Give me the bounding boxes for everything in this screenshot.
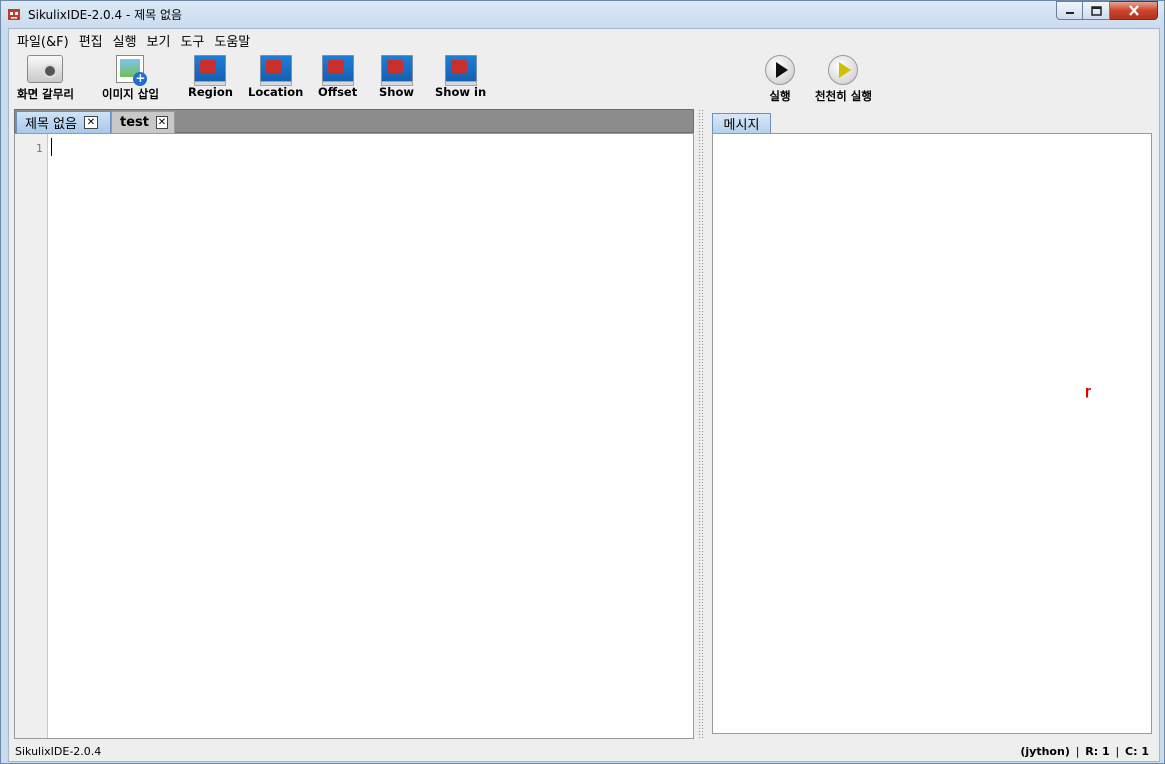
offset-button[interactable]: Offset	[318, 55, 357, 99]
camera-icon	[27, 55, 64, 83]
status-col: C: 1	[1125, 745, 1149, 758]
status-row: R: 1	[1085, 745, 1110, 758]
play-icon	[765, 55, 795, 85]
show-in-icon	[444, 55, 477, 86]
status-bar: SikulixIDE-2.0.4 (jython) | R: 1 | C: 1	[9, 741, 1159, 761]
editor-tab-bar: 제목 없음 ✕ test ✕	[14, 109, 694, 133]
status-separator: |	[1115, 745, 1120, 758]
insert-image-icon: +	[116, 55, 148, 86]
status-separator: |	[1075, 745, 1080, 758]
window-controls	[1056, 1, 1158, 20]
code-editor[interactable]: 1	[14, 133, 694, 739]
app-window: SikulixIDE-2.0.4 - 제목 없음 파일(&F) 편집 실행 보기…	[0, 0, 1165, 764]
tab-test-close-icon[interactable]: ✕	[155, 116, 168, 129]
region-label: Region	[188, 85, 233, 99]
location-button[interactable]: Location	[248, 55, 303, 99]
sikuli-app-icon	[8, 9, 20, 20]
line-number: 1	[36, 142, 43, 155]
close-button[interactable]	[1110, 1, 1158, 20]
show-icon	[380, 55, 413, 86]
window-title: SikulixIDE-2.0.4 - 제목 없음	[28, 8, 183, 22]
message-area[interactable]: ɼ	[712, 133, 1152, 734]
menu-edit[interactable]: 편집	[74, 31, 108, 50]
menu-view[interactable]: 보기	[142, 31, 176, 50]
run-button[interactable]: 실행	[765, 55, 795, 104]
menu-run[interactable]: 실행	[108, 31, 142, 50]
line-number-gutter: 1	[15, 134, 48, 738]
message-text: ɼ	[1085, 384, 1091, 398]
text-caret	[51, 138, 52, 156]
run-label: 실행	[769, 89, 791, 103]
show-in-label: Show in	[435, 85, 487, 99]
tab-untitled-label: 제목 없음	[25, 117, 77, 132]
minimize-icon	[1065, 11, 1074, 14]
show-in-button[interactable]: Show in	[435, 55, 486, 99]
title-bar[interactable]: SikulixIDE-2.0.4 - 제목 없음	[1, 1, 1164, 28]
tab-untitled[interactable]: 제목 없음 ✕	[16, 111, 111, 133]
minimize-button[interactable]	[1056, 1, 1083, 20]
run-slow-button[interactable]: 천천히 실행	[815, 55, 872, 104]
location-label: Location	[248, 85, 304, 99]
offset-icon	[321, 55, 354, 86]
menu-bar: 파일(&F) 편집 실행 보기 도구 도움말	[9, 29, 1159, 51]
show-label: Show	[379, 85, 414, 99]
client-area: 파일(&F) 편집 실행 보기 도구 도움말 화면 갈무리 + 이미지 삽입 R…	[8, 28, 1160, 762]
capture-label: 화면 갈무리	[17, 87, 74, 101]
maximize-button[interactable]	[1083, 1, 1110, 20]
restore-icon	[1090, 5, 1102, 16]
region-button[interactable]: Region	[188, 55, 233, 99]
status-language: (jython)	[1020, 745, 1070, 758]
tab-untitled-close-icon[interactable]: ✕	[83, 116, 98, 129]
tab-test-label: test	[120, 115, 149, 130]
status-info: (jython) | R: 1 | C: 1	[1020, 745, 1149, 758]
insert-image-label: 이미지 삽입	[102, 87, 159, 101]
menu-help[interactable]: 도움말	[209, 31, 255, 50]
tab-messages[interactable]: 메시지	[712, 113, 771, 133]
pane-splitter[interactable]	[697, 109, 705, 739]
location-icon	[259, 55, 292, 86]
show-button[interactable]: Show	[379, 55, 414, 99]
menu-tools[interactable]: 도구	[175, 31, 209, 50]
capture-button[interactable]: 화면 갈무리	[17, 55, 74, 102]
tab-test[interactable]: test ✕	[111, 111, 175, 133]
play-slow-icon	[828, 55, 859, 85]
status-version: SikulixIDE-2.0.4	[15, 745, 102, 758]
insert-image-button[interactable]: + 이미지 삽입	[102, 55, 159, 102]
menu-file[interactable]: 파일(&F)	[12, 31, 74, 50]
run-slow-label: 천천히 실행	[815, 89, 872, 103]
region-icon	[194, 55, 227, 86]
toolbar: 화면 갈무리 + 이미지 삽입 Region Location Offset S…	[9, 51, 1159, 107]
close-icon	[1128, 5, 1139, 16]
offset-label: Offset	[318, 85, 358, 99]
